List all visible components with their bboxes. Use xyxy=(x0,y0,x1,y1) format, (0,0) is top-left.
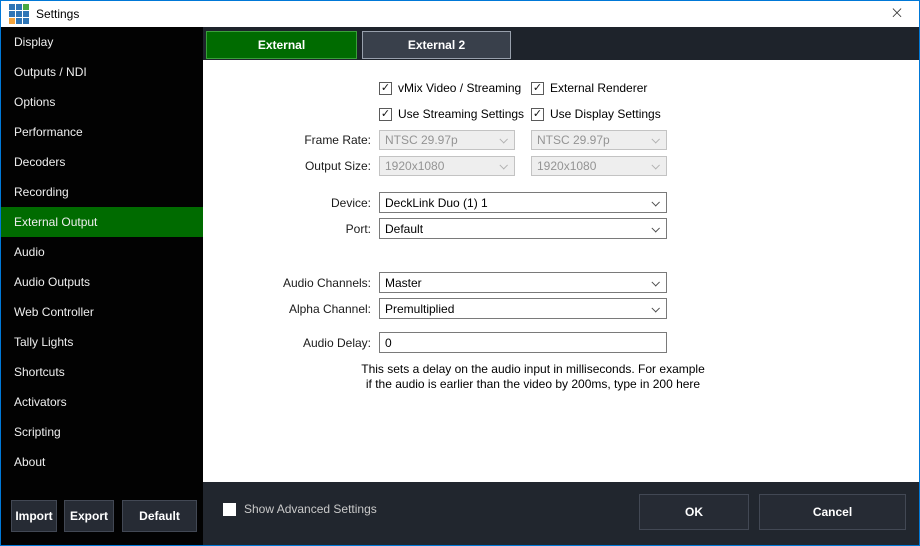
sidebar-item-tally-lights[interactable]: Tally Lights xyxy=(1,327,203,357)
use-streaming-settings-checkbox[interactable]: Use Streaming Settings xyxy=(379,107,524,121)
window-title: Settings xyxy=(36,7,79,21)
checkbox-unchecked-icon[interactable] xyxy=(223,503,236,516)
export-button[interactable]: Export xyxy=(64,500,114,532)
sidebar-item-scripting[interactable]: Scripting xyxy=(1,417,203,447)
chevron-down-icon xyxy=(651,135,659,143)
checkbox-label: vMix Video / Streaming xyxy=(398,81,521,95)
checkbox-checked-icon[interactable] xyxy=(531,82,544,95)
chevron-down-icon xyxy=(651,304,659,312)
settings-window: Settings × Display Outputs / NDI Options… xyxy=(0,0,920,546)
sidebar-item-audio-outputs[interactable]: Audio Outputs xyxy=(1,267,203,297)
frame-rate-label: Frame Rate: xyxy=(203,133,371,147)
footer-bar: Show Advanced Settings OK Cancel xyxy=(203,482,919,545)
default-button[interactable]: Default xyxy=(122,500,197,532)
use-display-settings-checkbox[interactable]: Use Display Settings xyxy=(531,107,661,121)
sidebar-item-options[interactable]: Options xyxy=(1,87,203,117)
audio-delay-input[interactable] xyxy=(379,332,667,353)
sidebar-item-decoders[interactable]: Decoders xyxy=(1,147,203,177)
chevron-down-icon xyxy=(651,278,659,286)
sidebar-item-outputs-ndi[interactable]: Outputs / NDI xyxy=(1,57,203,87)
tab-strip: External External 2 xyxy=(203,27,919,60)
show-advanced-settings-checkbox[interactable]: Show Advanced Settings xyxy=(223,502,377,516)
audio-channels-label: Audio Channels: xyxy=(203,276,371,290)
checkbox-label: External Renderer xyxy=(550,81,647,95)
audio-delay-label: Audio Delay: xyxy=(203,336,371,350)
chevron-down-icon xyxy=(651,198,659,206)
sidebar-item-performance[interactable]: Performance xyxy=(1,117,203,147)
audio-delay-helper-text: This sets a delay on the audio input in … xyxy=(361,362,705,392)
sidebar-item-display[interactable]: Display xyxy=(1,27,203,57)
frame-rate-select-2: NTSC 29.97p xyxy=(531,130,667,150)
output-size-select-2: 1920x1080 xyxy=(531,156,667,176)
output-size-select-1: 1920x1080 xyxy=(379,156,515,176)
show-advanced-settings-label: Show Advanced Settings xyxy=(244,502,377,516)
checkbox-checked-icon[interactable] xyxy=(379,82,392,95)
ok-button[interactable]: OK xyxy=(639,494,749,530)
alpha-channel-label: Alpha Channel: xyxy=(203,302,371,316)
sidebar-item-recording[interactable]: Recording xyxy=(1,177,203,207)
frame-rate-select-1: NTSC 29.97p xyxy=(379,130,515,150)
checkbox-checked-icon[interactable] xyxy=(531,108,544,121)
cancel-button[interactable]: Cancel xyxy=(759,494,906,530)
sidebar-item-web-controller[interactable]: Web Controller xyxy=(1,297,203,327)
device-label: Device: xyxy=(203,196,371,210)
checkbox-label: Use Display Settings xyxy=(550,107,661,121)
sidebar-item-about[interactable]: About xyxy=(1,447,203,477)
chevron-down-icon xyxy=(499,161,507,169)
port-label: Port: xyxy=(203,222,371,236)
sidebar-item-audio[interactable]: Audio xyxy=(1,237,203,267)
chevron-down-icon xyxy=(651,161,659,169)
tab-external[interactable]: External xyxy=(206,31,357,59)
alpha-channel-select[interactable]: Premultiplied xyxy=(379,298,667,319)
port-select[interactable]: Default xyxy=(379,218,667,239)
chevron-down-icon xyxy=(651,224,659,232)
external-output-panel: vMix Video / Streaming External Renderer… xyxy=(203,60,919,482)
external-renderer-checkbox[interactable]: External Renderer xyxy=(531,81,647,95)
sidebar-item-activators[interactable]: Activators xyxy=(1,387,203,417)
sidebar-item-external-output[interactable]: External Output xyxy=(1,207,203,237)
checkbox-label: Use Streaming Settings xyxy=(398,107,524,121)
title-bar: Settings × xyxy=(1,1,919,27)
vmix-logo-icon xyxy=(9,4,29,24)
checkbox-checked-icon[interactable] xyxy=(379,108,392,121)
chevron-down-icon xyxy=(499,135,507,143)
close-icon[interactable]: × xyxy=(877,1,917,25)
audio-channels-select[interactable]: Master xyxy=(379,272,667,293)
output-size-label: Output Size: xyxy=(203,159,371,173)
tab-external-2[interactable]: External 2 xyxy=(362,31,511,59)
vmix-video-streaming-checkbox[interactable]: vMix Video / Streaming xyxy=(379,81,521,95)
device-select[interactable]: DeckLink Duo (1) 1 xyxy=(379,192,667,213)
sidebar-item-shortcuts[interactable]: Shortcuts xyxy=(1,357,203,387)
import-button[interactable]: Import xyxy=(11,500,57,532)
sidebar: Display Outputs / NDI Options Performanc… xyxy=(1,27,203,545)
